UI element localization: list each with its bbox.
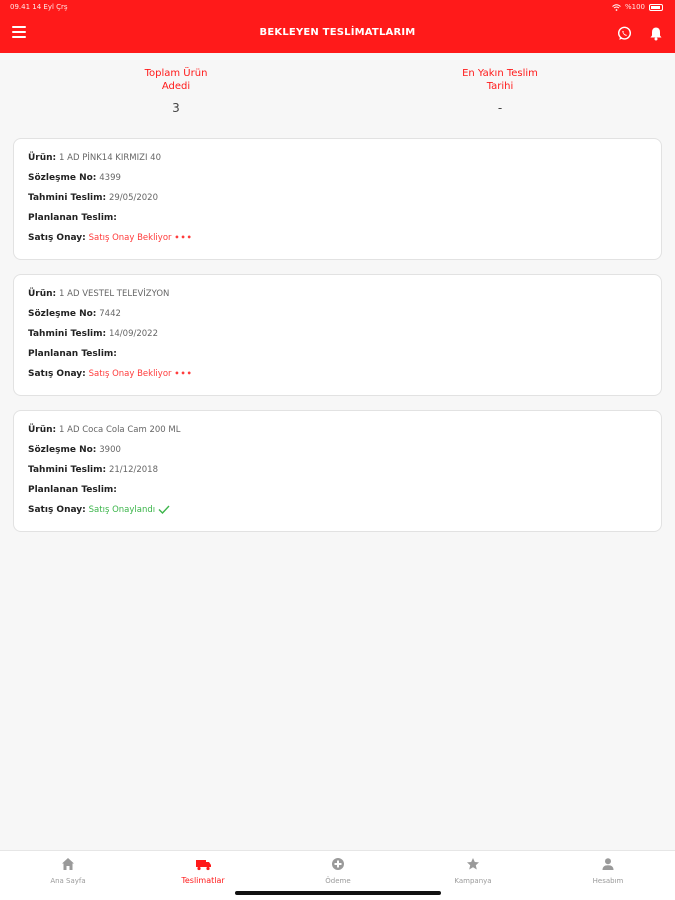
product-label: Ürün: bbox=[28, 153, 57, 163]
home-indicator bbox=[235, 891, 441, 895]
tab-campaign-label: Kampanya bbox=[454, 877, 492, 885]
product-value: 1 AD Coca Cola Cam 200 ML bbox=[59, 425, 181, 435]
app-header: 09.41 14 Eyl Çrş %100 BEKLEYEN TESLİMATL… bbox=[0, 0, 675, 53]
status-time: 09.41 bbox=[10, 3, 31, 11]
planned-label: Planlanan Teslim: bbox=[28, 349, 117, 359]
check-icon bbox=[158, 505, 170, 514]
planned-label: Planlanan Teslim: bbox=[28, 213, 117, 223]
contract-label: Sözleşme No: bbox=[28, 309, 97, 319]
approval-label: Satış Onay: bbox=[28, 369, 86, 379]
page-title: BEKLEYEN TESLİMATLARIM bbox=[259, 27, 416, 38]
estimated-label: Tahmini Teslim: bbox=[28, 329, 107, 339]
delivery-card[interactable]: Ürün: 1 AD PİNK14 KIRMIZI 40 Sözleşme No… bbox=[13, 138, 662, 260]
approval-status: Satış Onaylandı bbox=[88, 505, 156, 515]
total-count-label: Toplam Ürün Adedi bbox=[144, 68, 208, 92]
delivery-card[interactable]: Ürün: 1 AD VESTEL TELEVİZYON Sözleşme No… bbox=[13, 274, 662, 396]
status-bar: 09.41 14 Eyl Çrş %100 bbox=[0, 0, 675, 14]
estimated-value: 29/05/2020 bbox=[108, 193, 158, 203]
tab-deliveries-label: Teslimatlar bbox=[181, 876, 225, 885]
tab-payment[interactable]: Ödeme bbox=[278, 857, 398, 885]
contract-label: Sözleşme No: bbox=[28, 445, 97, 455]
tab-campaign[interactable]: Kampanya bbox=[413, 857, 533, 885]
user-icon bbox=[602, 858, 614, 870]
whatsapp-icon[interactable] bbox=[617, 26, 632, 41]
truck-icon bbox=[195, 860, 211, 871]
contract-value: 3900 bbox=[99, 445, 121, 455]
battery-percent: %100 bbox=[624, 3, 645, 11]
product-label: Ürün: bbox=[28, 425, 57, 435]
tab-home-label: Ana Sayfa bbox=[50, 877, 86, 885]
battery-icon bbox=[649, 3, 663, 11]
summary-section: Toplam Ürün Adedi 3 En Yakın Teslim Tari… bbox=[0, 53, 675, 133]
estimated-label: Tahmini Teslim: bbox=[28, 193, 107, 203]
payment-icon bbox=[332, 858, 344, 870]
nearest-date-block: En Yakın Teslim Tarihi - bbox=[400, 67, 600, 115]
total-count-value: 3 bbox=[172, 101, 180, 115]
contract-value: 7442 bbox=[99, 309, 121, 319]
home-icon bbox=[62, 858, 74, 870]
total-count-block: Toplam Ürün Adedi 3 bbox=[76, 67, 276, 115]
nearest-date-value: - bbox=[497, 101, 503, 115]
star-icon bbox=[467, 858, 479, 870]
dots-icon: ••• bbox=[174, 233, 193, 242]
approval-status: Satış Onay Bekliyor bbox=[88, 369, 172, 379]
estimated-label: Tahmini Teslim: bbox=[28, 465, 107, 475]
product-label: Ürün: bbox=[28, 289, 57, 299]
dots-icon: ••• bbox=[174, 369, 193, 378]
product-value: 1 AD PİNK14 KIRMIZI 40 bbox=[59, 153, 161, 163]
tab-deliveries[interactable]: Teslimatlar bbox=[143, 857, 263, 885]
tab-payment-label: Ödeme bbox=[325, 877, 351, 885]
bell-icon[interactable] bbox=[649, 26, 663, 41]
contract-label: Sözleşme No: bbox=[28, 173, 97, 183]
approval-label: Satış Onay: bbox=[28, 505, 86, 515]
planned-label: Planlanan Teslim: bbox=[28, 485, 117, 495]
delivery-card[interactable]: Ürün: 1 AD Coca Cola Cam 200 ML Sözleşme… bbox=[13, 410, 662, 532]
tab-account[interactable]: Hesabım bbox=[548, 857, 668, 885]
product-value: 1 AD VESTEL TELEVİZYON bbox=[59, 289, 170, 299]
contract-value: 4399 bbox=[99, 173, 121, 183]
wifi-icon bbox=[612, 3, 621, 11]
approval-status: Satış Onay Bekliyor bbox=[88, 233, 172, 243]
tab-home[interactable]: Ana Sayfa bbox=[8, 857, 128, 885]
approval-label: Satış Onay: bbox=[28, 233, 86, 243]
nearest-date-label: En Yakın Teslim Tarihi bbox=[462, 68, 538, 92]
status-date: 14 Eyl Çrş bbox=[32, 3, 68, 11]
tab-account-label: Hesabım bbox=[592, 877, 624, 885]
estimated-value: 21/12/2018 bbox=[108, 465, 158, 475]
estimated-value: 14/09/2022 bbox=[108, 329, 158, 339]
